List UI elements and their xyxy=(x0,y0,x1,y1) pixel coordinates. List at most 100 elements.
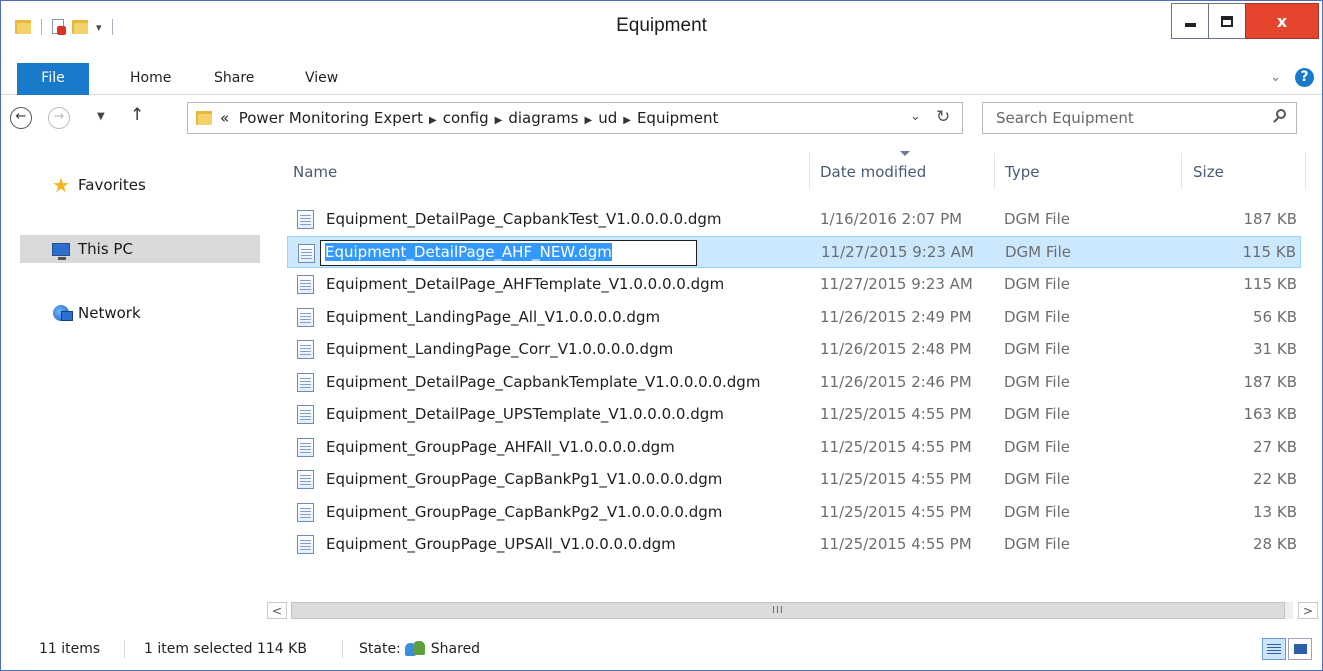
column-divider[interactable] xyxy=(1305,153,1306,189)
back-button[interactable]: ← xyxy=(10,107,32,129)
file-row[interactable]: Equipment_DetailPage_CapbankTemplate_V1.… xyxy=(287,366,1301,399)
file-row[interactable]: Equipment_DetailPage_UPSTemplate_V1.0.0.… xyxy=(287,398,1301,431)
rename-selected-text: Equipment_DetailPage_AHF_NEW.dgm xyxy=(325,242,612,261)
breadcrumb-arrow-icon[interactable]: ▶ xyxy=(585,115,593,126)
file-date: 11/25/2015 4:55 PM xyxy=(820,405,972,424)
file-date: 11/25/2015 4:55 PM xyxy=(820,535,972,554)
minimize-button[interactable] xyxy=(1171,3,1209,39)
breadcrumb-overflow[interactable]: « xyxy=(220,109,229,127)
rename-input[interactable]: Equipment_DetailPage_AHF_NEW.dgm xyxy=(320,239,697,266)
breadcrumb-diagrams[interactable]: diagrams xyxy=(508,109,578,127)
file-type: DGM File xyxy=(1004,437,1070,456)
tab-home[interactable]: Home xyxy=(130,63,171,95)
column-header-type[interactable]: Type xyxy=(1005,152,1039,188)
tab-view[interactable]: View xyxy=(305,63,338,95)
file-date: 11/26/2015 2:46 PM xyxy=(820,372,972,391)
tab-share[interactable]: Share xyxy=(214,63,254,95)
dgm-file-icon xyxy=(298,243,315,263)
file-name: Equipment_DetailPage_AHFTemplate_V1.0.0.… xyxy=(326,275,725,294)
file-row[interactable]: Equipment_GroupPage_CapBankPg2_V1.0.0.0.… xyxy=(287,496,1301,529)
file-size: 163 KB xyxy=(1243,405,1297,424)
scroll-right-button[interactable]: > xyxy=(1298,602,1318,619)
maximize-button[interactable] xyxy=(1208,3,1246,39)
scrollbar-track[interactable]: III xyxy=(291,602,1293,619)
file-type: DGM File xyxy=(1004,372,1070,391)
expand-ribbon-icon[interactable]: ⌄ xyxy=(1270,70,1281,85)
horizontal-scrollbar[interactable]: < III > xyxy=(263,599,1322,621)
maximize-icon xyxy=(1221,15,1233,27)
file-row[interactable]: Equipment_LandingPage_All_V1.0.0.0.0.dgm… xyxy=(287,301,1301,334)
breadcrumb-equipment[interactable]: Equipment xyxy=(637,109,718,127)
column-divider[interactable] xyxy=(994,153,995,189)
address-bar[interactable]: « Power Monitoring Expert ▶ config ▶ diagram… xyxy=(187,102,963,134)
navigation-pane: ★ Favorites This PC Network xyxy=(1,145,263,633)
refresh-icon[interactable]: ↻ xyxy=(936,107,950,127)
recent-locations-icon[interactable]: ▼ xyxy=(97,111,105,122)
large-icons-view-button[interactable] xyxy=(1288,638,1312,660)
selection-info: 1 item selected 114 KB xyxy=(144,641,307,657)
file-date: 11/25/2015 4:55 PM xyxy=(820,437,972,456)
file-row[interactable]: Equipment_GroupPage_CapBankPg1_V1.0.0.0.… xyxy=(287,463,1301,496)
file-size: 13 KB xyxy=(1253,502,1297,521)
breadcrumb-arrow-icon[interactable]: ▶ xyxy=(429,115,437,126)
file-date: 11/26/2015 2:48 PM xyxy=(820,340,972,359)
state-label: State: xyxy=(359,641,401,657)
dgm-file-icon xyxy=(297,535,314,554)
file-size: 187 KB xyxy=(1243,372,1297,391)
details-view-button[interactable] xyxy=(1262,638,1286,660)
breadcrumb-config[interactable]: config xyxy=(443,109,489,127)
column-divider[interactable] xyxy=(1181,153,1182,189)
close-button[interactable]: x xyxy=(1245,3,1319,39)
dgm-file-icon xyxy=(297,372,314,392)
file-row-selected[interactable]: Equipment_DetailPage_AHF_NEW.dgm 11/27/2… xyxy=(287,235,1301,268)
up-button[interactable]: ↑ xyxy=(130,105,144,125)
search-icon[interactable] xyxy=(1272,109,1286,123)
file-name: Equipment_GroupPage_UPSAll_V1.0.0.0.0.dg… xyxy=(326,535,676,554)
dgm-file-icon xyxy=(297,470,314,489)
file-list: Name Date modified Type Size Equipment_D… xyxy=(263,145,1322,599)
search-placeholder: Search Equipment xyxy=(996,109,1134,127)
file-type: DGM File xyxy=(1004,502,1070,521)
minimize-icon xyxy=(1184,23,1196,27)
network-icon xyxy=(50,304,73,322)
scrollbar-grip-icon: III xyxy=(772,605,784,616)
nav-item-network[interactable]: Network xyxy=(20,299,260,327)
search-input[interactable]: Search Equipment xyxy=(982,102,1297,134)
breadcrumb-arrow-icon[interactable]: ▶ xyxy=(495,115,503,126)
nav-item-label: Network xyxy=(78,304,141,322)
file-row[interactable]: Equipment_GroupPage_AHFAll_V1.0.0.0.0.dg… xyxy=(287,431,1301,464)
column-divider[interactable] xyxy=(809,153,810,189)
star-icon: ★ xyxy=(52,173,70,197)
file-size: 187 KB xyxy=(1243,210,1297,229)
nav-item-favorites[interactable]: ★ Favorites xyxy=(20,171,260,199)
nav-item-this-pc[interactable]: This PC xyxy=(20,235,260,263)
file-row[interactable]: Equipment_LandingPage_Corr_V1.0.0.0.0.dg… xyxy=(287,333,1301,366)
breadcrumb-power-monitoring-expert[interactable]: Power Monitoring Expert xyxy=(239,109,423,127)
forward-button[interactable]: → xyxy=(48,107,70,129)
file-date: 11/25/2015 4:55 PM xyxy=(820,470,972,489)
file-size: 28 KB xyxy=(1253,535,1297,554)
file-date: 11/25/2015 4:55 PM xyxy=(820,502,972,521)
file-row[interactable]: Equipment_DetailPage_AHFTemplate_V1.0.0.… xyxy=(287,268,1301,301)
column-header-name[interactable]: Name xyxy=(293,152,337,188)
tab-file[interactable]: File xyxy=(17,63,89,95)
dgm-file-icon xyxy=(297,502,314,522)
file-date: 11/26/2015 2:49 PM xyxy=(820,307,972,326)
scrollbar-thumb[interactable]: III xyxy=(291,602,1285,619)
window-title: Equipment xyxy=(616,15,707,36)
file-row[interactable]: Equipment_DetailPage_CapbankTest_V1.0.0.… xyxy=(287,203,1301,236)
dgm-file-icon xyxy=(297,307,314,327)
breadcrumb-ud[interactable]: ud xyxy=(598,109,617,127)
help-icon[interactable]: ? xyxy=(1295,68,1314,87)
breadcrumb-arrow-icon[interactable]: ▶ xyxy=(623,115,631,126)
file-name: Equipment_GroupPage_AHFAll_V1.0.0.0.0.dg… xyxy=(326,437,675,456)
file-name: Equipment_LandingPage_All_V1.0.0.0.0.dgm xyxy=(326,307,661,326)
dgm-file-icon xyxy=(297,275,314,294)
file-type: DGM File xyxy=(1004,307,1070,326)
address-dropdown-icon[interactable]: ⌄ xyxy=(910,109,921,124)
column-header-date-modified[interactable]: Date modified xyxy=(820,152,926,188)
column-header-size[interactable]: Size xyxy=(1193,152,1224,188)
folder-icon xyxy=(196,111,212,125)
file-row[interactable]: Equipment_GroupPage_UPSAll_V1.0.0.0.0.dg… xyxy=(287,528,1301,561)
scroll-left-button[interactable]: < xyxy=(267,602,287,619)
